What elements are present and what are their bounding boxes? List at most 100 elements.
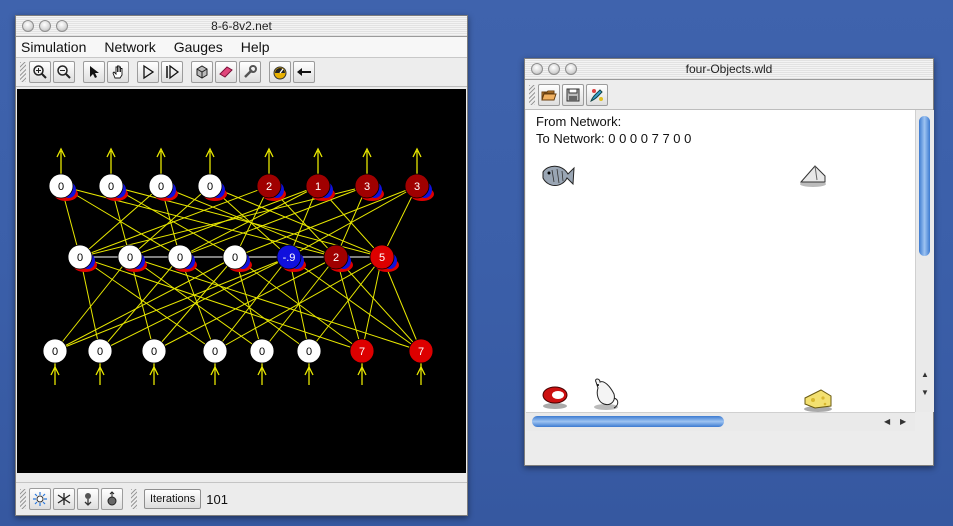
output-node-label: 3 [414, 181, 420, 193]
output-node-label: 0 [207, 181, 213, 193]
open-button[interactable] [538, 83, 560, 106]
output-node-label: 2 [266, 181, 272, 193]
hand-icon [112, 65, 123, 79]
flower-pot-object[interactable] [540, 384, 572, 412]
clear-nodes-icon [33, 492, 47, 506]
hidden-node-label: 0 [232, 252, 238, 264]
toolbar-grip[interactable] [529, 84, 535, 105]
hidden-node-label: 0 [77, 252, 83, 264]
statusbar-grip-2[interactable] [131, 489, 137, 509]
input-node-label: 7 [359, 346, 365, 358]
hidden-node-label: 5 [379, 252, 385, 264]
cube-icon [196, 65, 208, 79]
output-node-label: 0 [58, 181, 64, 193]
output-node-label: 1 [315, 181, 321, 193]
menu-simulation[interactable]: Simulation [21, 39, 86, 55]
back-button[interactable] [293, 61, 315, 83]
mouse-object[interactable] [588, 376, 622, 412]
weight-line [288, 185, 418, 258]
weight-line [214, 256, 290, 352]
pointer-tool-button[interactable] [83, 61, 105, 83]
menu-network[interactable]: Network [104, 39, 155, 55]
clear-weights-icon [57, 493, 71, 505]
to-network-text: To Network: 0 0 0 0 7 7 0 0 [536, 131, 692, 146]
fish-object[interactable] [540, 162, 576, 192]
input-node-label: 0 [259, 346, 265, 358]
step-button[interactable] [161, 61, 183, 83]
menu-gauges[interactable]: Gauges [174, 39, 223, 55]
world-window: four-Objects.wld From Network: To Networ… [524, 58, 934, 466]
nudge-button[interactable] [101, 488, 123, 510]
world-toolbar [525, 80, 933, 110]
menu-help[interactable]: Help [241, 39, 270, 55]
network-toolbar [16, 58, 467, 87]
randomize-button[interactable] [77, 488, 99, 510]
weight-line [54, 256, 131, 352]
randomize-icon [84, 493, 92, 506]
input-node-label: 7 [418, 346, 424, 358]
scroll-left-arrow[interactable]: ◀ [884, 417, 890, 426]
eraser-button[interactable] [215, 61, 237, 83]
network-window: 8-6-8v2.net Simulation Network Gauges He… [15, 15, 468, 516]
input-node-label: 0 [212, 346, 218, 358]
vertical-scroll-thumb[interactable] [919, 116, 930, 256]
output-node-label: 0 [158, 181, 164, 193]
weight-line [129, 256, 422, 352]
scroll-up-arrow[interactable]: ▲ [921, 370, 929, 379]
vertical-scrollbar[interactable]: ▲ ▼ [915, 110, 934, 412]
scroll-right-arrow[interactable]: ▶ [900, 417, 906, 426]
from-network-text: From Network: [536, 114, 622, 129]
paint-icon [590, 88, 603, 102]
window-title: four-Objects.wld [685, 62, 773, 76]
hand-tool-button[interactable] [107, 61, 129, 83]
hidden-node-label: 0 [177, 252, 183, 264]
save-button[interactable] [562, 83, 584, 106]
zoom-out-icon [57, 65, 71, 79]
run-button[interactable] [137, 61, 159, 83]
play-icon [143, 64, 155, 80]
iterations-value: 101 [206, 491, 228, 507]
input-node-label: 0 [151, 346, 157, 358]
nudge-icon [107, 491, 117, 506]
cheese-object[interactable] [801, 384, 835, 414]
network-statusbar: Iterations 101 [16, 482, 467, 515]
back-arrow-icon [297, 68, 311, 76]
scroll-down-arrow[interactable]: ▼ [921, 388, 929, 397]
network-canvas[interactable]: 0 0 0 0 2 1 3 3 0 0 0 0 -.9 2 5 0 0 0 0 0 0 7 7 [17, 89, 466, 473]
gauge-button[interactable] [269, 61, 291, 83]
clear-nodes-button[interactable] [29, 488, 51, 510]
input-node-label: 0 [306, 346, 312, 358]
output-node-label: 3 [364, 181, 370, 193]
step-icon [166, 64, 180, 80]
statusbar-grip[interactable] [20, 489, 26, 509]
zoom-in-button[interactable] [29, 61, 51, 83]
cube-button[interactable] [191, 61, 213, 83]
menubar: Simulation Network Gauges Help [16, 37, 467, 58]
wrench-icon [244, 65, 257, 78]
weight-line [79, 256, 363, 352]
wrench-button[interactable] [239, 61, 261, 83]
network-window-titlebar[interactable]: 8-6-8v2.net [16, 16, 467, 37]
paint-button[interactable] [586, 83, 608, 106]
input-node-label: 0 [97, 346, 103, 358]
clear-weights-button[interactable] [53, 488, 75, 510]
save-disk-icon [566, 88, 580, 101]
eraser-icon [219, 66, 233, 78]
open-folder-icon [541, 90, 557, 100]
pointer-icon [90, 66, 99, 78]
iterations-button[interactable]: Iterations [144, 489, 202, 509]
neural-network-diagram: 0 0 0 0 2 1 3 3 0 0 0 0 -.9 2 5 0 0 0 0 0 0 7 7 [42, 147, 434, 385]
horizontal-scrollbar[interactable]: ◀ ▶ [526, 412, 915, 431]
horizontal-scroll-thumb[interactable] [532, 416, 724, 427]
output-node-label: 0 [108, 181, 114, 193]
gauge-icon [273, 66, 287, 80]
cheese-wedge-object[interactable] [797, 160, 831, 190]
world-canvas[interactable]: From Network: To Network: 0 0 0 0 7 7 0 … [526, 110, 915, 412]
input-node-label: 0 [52, 346, 58, 358]
hidden-node-label: 0 [127, 252, 133, 264]
world-window-titlebar[interactable]: four-Objects.wld [525, 59, 933, 80]
toolbar-grip[interactable] [20, 62, 26, 82]
window-title: 8-6-8v2.net [211, 19, 272, 33]
hidden-node-label: -.9 [283, 252, 296, 264]
zoom-out-button[interactable] [53, 61, 75, 83]
